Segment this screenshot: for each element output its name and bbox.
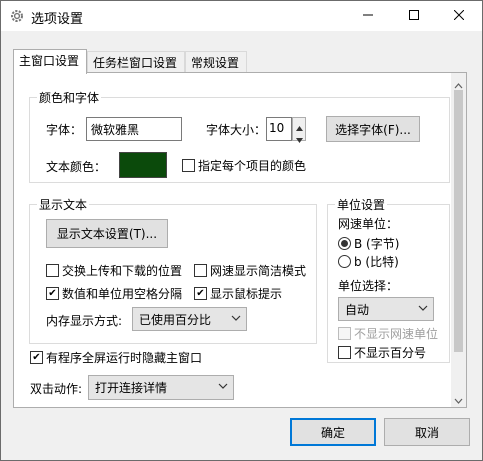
per-item-color-label[interactable]: 指定每个项目的颜色 [198,157,306,174]
swap-updown-label[interactable]: 交换上传和下载的位置 [62,262,182,279]
minimize-icon [363,9,373,23]
hide-on-fullscreen-label[interactable]: 有程序全屏运行时隐藏主窗口 [46,349,202,366]
double-click-select[interactable]: 打开连接详情 [88,375,234,400]
speed-unit-label: 网速单位： [338,217,399,231]
unit-select[interactable]: 自动 [338,297,434,321]
chevron-down-icon [231,312,241,326]
hide-speed-unit-label[interactable]: 不显示网速单位 [354,325,438,342]
font-label: 字体： [46,123,83,137]
font-size-input[interactable]: 10 [266,117,292,141]
simple-mode-label[interactable]: 网速显示简洁模式 [210,262,306,279]
scroll-down-icon[interactable] [454,393,463,407]
close-button[interactable] [436,1,482,31]
vertical-scrollbar[interactable] [451,73,466,407]
space-separator-label[interactable]: 数值和单位用空格分隔 [62,285,182,302]
tab-general[interactable]: 常规设置 [185,51,247,73]
minimize-button[interactable] [345,1,391,31]
memory-mode-select[interactable]: 已使用百分比 [132,307,247,331]
unit-select-value: 自动 [345,303,370,317]
unit-bit-radio[interactable] [338,255,351,268]
unit-byte-radio[interactable] [338,237,351,250]
panel-content: 颜色和字体 字体： 微软雅黑 字体大小： 10 选择字体(F)... 文本颜色：… [14,73,454,407]
color-font-legend: 颜色和字体 [37,89,102,106]
units-group: 单位设置 网速单位： B (字节) b (比特) 单位选择： 自动 不显示网速单… [327,196,450,363]
units-legend: 单位设置 [335,196,388,213]
font-size-spinner[interactable] [292,117,306,143]
font-size-label: 字体大小： [206,123,267,137]
window-title: 选项设置 [31,12,84,27]
close-icon [453,9,465,23]
gear-icon [9,8,25,24]
memory-mode-value: 已使用百分比 [139,313,212,327]
unit-select-label: 单位选择： [338,279,399,293]
text-color-label: 文本颜色： [46,160,107,174]
tab-main-window[interactable]: 主窗口设置 [13,49,87,74]
chevron-down-icon [218,380,228,394]
hide-speed-unit-checkbox[interactable] [338,327,351,340]
double-click-label: 双击动作: [30,382,83,396]
choose-font-button[interactable]: 选择字体(F)... [326,116,420,142]
hide-percent-label[interactable]: 不显示百分号 [354,344,426,361]
mouse-tip-label[interactable]: 显示鼠标提示 [210,285,282,302]
display-text-legend: 显示文本 [37,196,90,213]
ok-button[interactable]: 确定 [290,418,376,446]
display-text-settings-button[interactable]: 显示文本设置(T)... [46,219,168,248]
tab-panel: 颜色和字体 字体： 微软雅黑 字体大小： 10 选择字体(F)... 文本颜色：… [13,72,467,408]
unit-byte-label[interactable]: B (字节) [354,235,399,252]
title-bar[interactable]: 选项设置 [1,1,482,31]
color-font-group: 颜色和字体 字体： 微软雅黑 字体大小： 10 选择字体(F)... 文本颜色：… [29,89,450,183]
display-text-group: 显示文本 显示文本设置(T)... 交换上传和下载的位置 网速显示简洁模式 ✔ … [29,196,317,344]
cancel-button[interactable]: 取消 [384,418,470,446]
space-separator-checkbox[interactable]: ✔ [46,287,59,300]
memory-mode-label: 内存显示方式: [46,314,123,328]
tab-taskbar-window[interactable]: 任务栏窗口设置 [87,51,185,73]
hide-percent-checkbox[interactable] [338,346,351,359]
double-click-value: 打开连接详情 [95,381,168,395]
chevron-down-icon [418,302,428,316]
font-name-input[interactable]: 微软雅黑 [86,117,182,141]
scrollbar-thumb[interactable] [454,90,463,352]
maximize-button[interactable] [391,1,437,31]
unit-bit-label[interactable]: b (比特) [354,253,399,270]
maximize-icon [409,9,419,23]
hide-on-fullscreen-checkbox[interactable]: ✔ [30,351,43,364]
text-color-swatch[interactable] [119,152,167,178]
per-item-color-checkbox[interactable] [182,159,195,172]
mouse-tip-checkbox[interactable]: ✔ [194,287,207,300]
spin-down-icon[interactable] [296,132,303,146]
options-dialog: 选项设置 主窗口设置 任务栏窗口设置 常规设置 颜色和字体 字体： 微软雅黑 字… [0,0,483,461]
swap-updown-checkbox[interactable] [46,264,59,277]
simple-mode-checkbox[interactable] [194,264,207,277]
